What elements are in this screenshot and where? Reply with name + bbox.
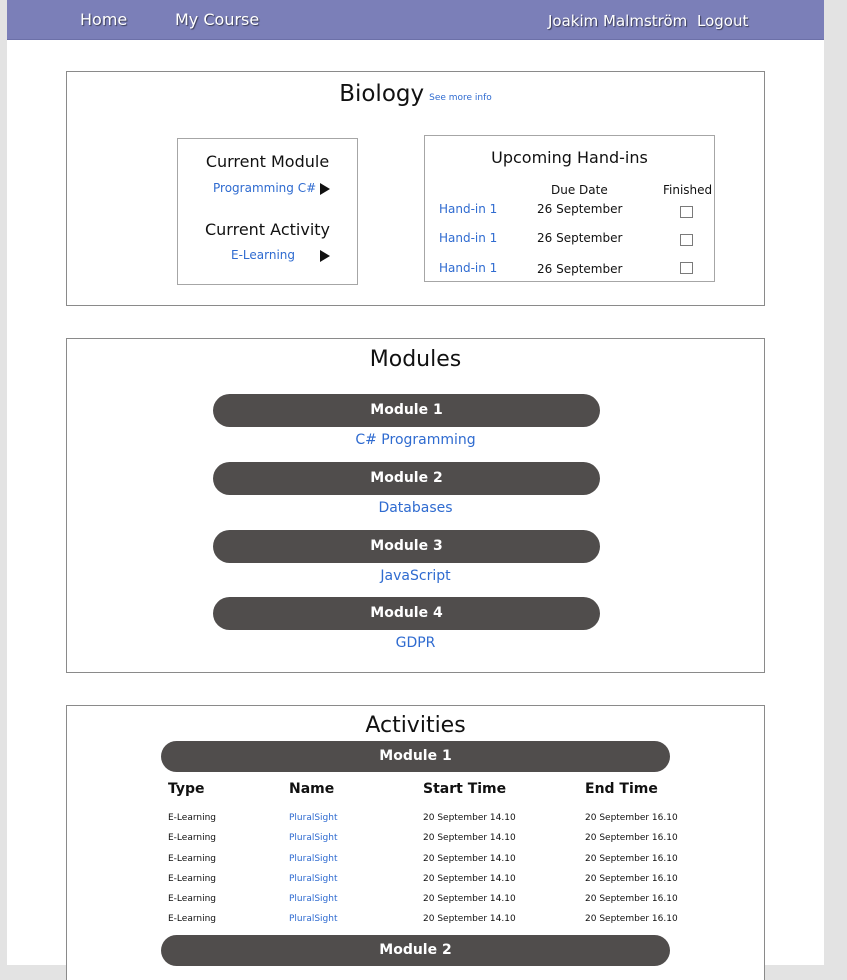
module-3-name-link[interactable]: JavaScript [67,568,764,584]
course-title: Biology [339,81,425,107]
activity-start-time: 20 September 14.10 [423,894,516,904]
activity-start-time: 20 September 14.10 [423,813,516,823]
current-activity-link[interactable]: E-Learning [231,248,295,262]
top-navbar: Home My Course Joakim Malmström Logout [7,0,824,40]
logout-link[interactable]: Logout [697,12,748,30]
finished-checkbox[interactable] [680,234,693,246]
module-4-button[interactable]: Module 4 [213,597,600,630]
nav-my-course-link[interactable]: My Course [175,10,259,29]
activity-type: E-Learning [168,874,217,884]
activities-module-2-header[interactable]: Module 2 [161,935,670,966]
course-overview-panel: Biology See more info Current Module Prog… [66,71,765,306]
activity-end-time: 20 September 16.10 [585,894,678,904]
see-more-info-link[interactable]: See more info [429,93,492,103]
activity-start-time: 20 September 14.10 [423,914,516,924]
activity-end-time: 20 September 16.10 [585,854,678,864]
start-time-column-header: Start Time [423,781,507,797]
name-column-header: Name [289,781,335,797]
activity-end-time: 20 September 16.10 [585,914,678,924]
activity-start-time: 20 September 14.10 [423,833,516,843]
end-time-column-header: End Time [585,781,658,797]
play-icon[interactable] [320,250,330,262]
activity-name-link[interactable]: PluralSight [289,854,338,864]
nav-home-link[interactable]: Home [80,10,127,29]
handin-due-date: 26 September [537,231,623,245]
upcoming-handins-box: Upcoming Hand-ins Due Date Finished Hand… [424,135,715,282]
course-title-row: Biology See more info [67,81,764,107]
activity-type: E-Learning [168,813,217,823]
handin-due-date: 26 September [537,202,623,216]
finished-checkbox[interactable] [680,206,693,218]
page: Home My Course Joakim Malmström Logout B… [7,0,824,980]
upcoming-handins-heading: Upcoming Hand-ins [491,148,648,167]
activity-name-link[interactable]: PluralSight [289,813,338,823]
activity-type: E-Learning [168,854,217,864]
module-1-name-link[interactable]: C# Programming [67,432,764,448]
activity-end-time: 20 September 16.10 [585,874,678,884]
activity-name-link[interactable]: PluralSight [289,833,338,843]
activity-name-link[interactable]: PluralSight [289,914,338,924]
module-1-button[interactable]: Module 1 [213,394,600,427]
activity-end-time: 20 September 16.10 [585,813,678,823]
activities-module-1-header[interactable]: Module 1 [161,741,670,772]
finished-column-header: Finished [663,183,713,197]
module-3-button[interactable]: Module 3 [213,530,600,563]
current-activity-heading: Current Activity [204,220,330,239]
activity-type: E-Learning [168,833,217,843]
activities-heading: Activities [365,713,466,738]
module-2-button[interactable]: Module 2 [213,462,600,495]
type-column-header: Type [168,781,205,797]
handin-due-date: 26 September [537,262,623,276]
handin-link[interactable]: Hand-in 1 [439,202,497,216]
activity-end-time: 20 September 16.10 [585,833,678,843]
activity-start-time: 20 September 14.10 [423,854,516,864]
play-icon[interactable] [320,183,330,195]
current-module-link[interactable]: Programming C# [213,181,316,195]
activity-start-time: 20 September 14.10 [423,874,516,884]
current-module-heading: Current Module [205,152,330,171]
due-date-column-header: Due Date [551,183,608,197]
activity-name-link[interactable]: PluralSight [289,874,338,884]
handin-link[interactable]: Hand-in 1 [439,231,497,245]
activities-panel: Activities Module 1 Type Name Start Time… [66,705,765,980]
module-2-name-link[interactable]: Databases [67,500,764,516]
modules-panel: Modules Module 1 C# Programming Module 2… [66,338,765,673]
activity-type: E-Learning [168,894,217,904]
finished-checkbox[interactable] [680,262,693,274]
handin-link[interactable]: Hand-in 1 [439,261,497,275]
user-name-link[interactable]: Joakim Malmström [548,12,687,30]
activity-type: E-Learning [168,914,217,924]
modules-heading: Modules [369,347,462,372]
module-4-name-link[interactable]: GDPR [67,635,764,651]
activity-name-link[interactable]: PluralSight [289,894,338,904]
current-status-box: Current Module Programming C# Current Ac… [177,138,358,285]
